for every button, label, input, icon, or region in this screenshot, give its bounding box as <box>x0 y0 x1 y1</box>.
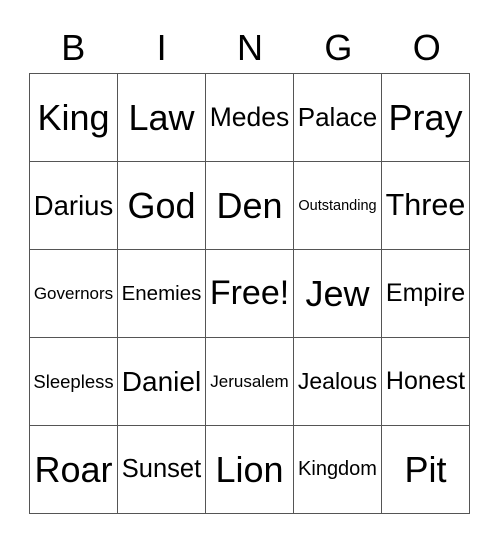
bingo-cell[interactable]: Pray <box>382 74 470 162</box>
bingo-cell[interactable]: Governors <box>30 250 118 338</box>
bingo-cell-text: Pray <box>388 96 463 138</box>
bingo-cell[interactable]: Roar <box>30 426 118 514</box>
bingo-cell-text: Jealous <box>297 368 378 394</box>
bingo-cell[interactable]: Daniel <box>118 338 206 426</box>
bingo-cell[interactable]: Kingdom <box>294 426 382 514</box>
bingo-cell-text: Empire <box>385 279 466 307</box>
bingo-cell-text: Law <box>128 96 195 138</box>
bingo-cell[interactable]: Sleepless <box>30 338 118 426</box>
bingo-cell-text: Kingdom <box>298 458 377 480</box>
bingo-cell-text: Free! <box>209 274 290 312</box>
bingo-grid: King Law Medes Palace Pray Darius God Den Outsta… <box>29 73 470 514</box>
bingo-cell[interactable]: Law <box>118 74 206 162</box>
bingo-cell[interactable]: Palace <box>294 74 382 162</box>
header-letter-i: I <box>156 27 167 68</box>
bingo-cell-text: King <box>37 96 110 138</box>
bingo-cell-text: Sleepless <box>33 370 114 392</box>
bingo-cell-text: Den <box>216 184 283 226</box>
bingo-cell[interactable]: Den <box>206 162 294 250</box>
bingo-cell[interactable]: God <box>118 162 206 250</box>
bingo-cell[interactable]: Enemies <box>118 250 206 338</box>
bingo-cell[interactable]: Lion <box>206 426 294 514</box>
bingo-header: B I N G O <box>29 26 471 70</box>
bingo-cell-text: Honest <box>385 367 466 395</box>
bingo-cell[interactable]: Three <box>382 162 470 250</box>
bingo-cell[interactable]: Jerusalem <box>206 338 294 426</box>
header-letter-o: O <box>412 27 441 68</box>
bingo-cell-text: Lion <box>215 448 284 490</box>
header-letter-n: N <box>236 27 263 68</box>
bingo-cell-text: Jerusalem <box>210 371 289 391</box>
bingo-cell-text: Outstanding <box>298 197 377 214</box>
bingo-cell[interactable]: Outstanding <box>294 162 382 250</box>
bingo-cell[interactable]: Honest <box>382 338 470 426</box>
bingo-cell[interactable]: Jew <box>294 250 382 338</box>
bingo-cell-text: Pit <box>404 448 447 490</box>
header-letter-g: G <box>324 27 353 68</box>
bingo-cell[interactable]: Sunset <box>118 426 206 514</box>
bingo-cell-text: Darius <box>33 189 114 221</box>
bingo-cell[interactable]: Medes <box>206 74 294 162</box>
bingo-cell-text: Three <box>385 188 466 222</box>
header-letter-b: B <box>61 27 86 68</box>
bingo-cell-text: Medes <box>209 102 290 132</box>
bingo-cell-text: Governors <box>33 283 114 303</box>
bingo-cell-text: Palace <box>297 102 378 132</box>
bingo-cell-text: Sunset <box>121 455 202 483</box>
bingo-cell[interactable]: Free! <box>206 250 294 338</box>
bingo-cell-text: God <box>127 184 196 226</box>
bingo-cell-text: Roar <box>34 448 113 490</box>
bingo-cell[interactable]: Pit <box>382 426 470 514</box>
bingo-cell[interactable]: Jealous <box>294 338 382 426</box>
bingo-cell-text: Enemies <box>121 281 202 305</box>
bingo-cell[interactable]: King <box>30 74 118 162</box>
bingo-cell[interactable]: Darius <box>30 162 118 250</box>
bingo-cell[interactable]: Empire <box>382 250 470 338</box>
bingo-cell-text: Jew <box>305 272 370 314</box>
bingo-cell-text: Daniel <box>121 365 202 397</box>
